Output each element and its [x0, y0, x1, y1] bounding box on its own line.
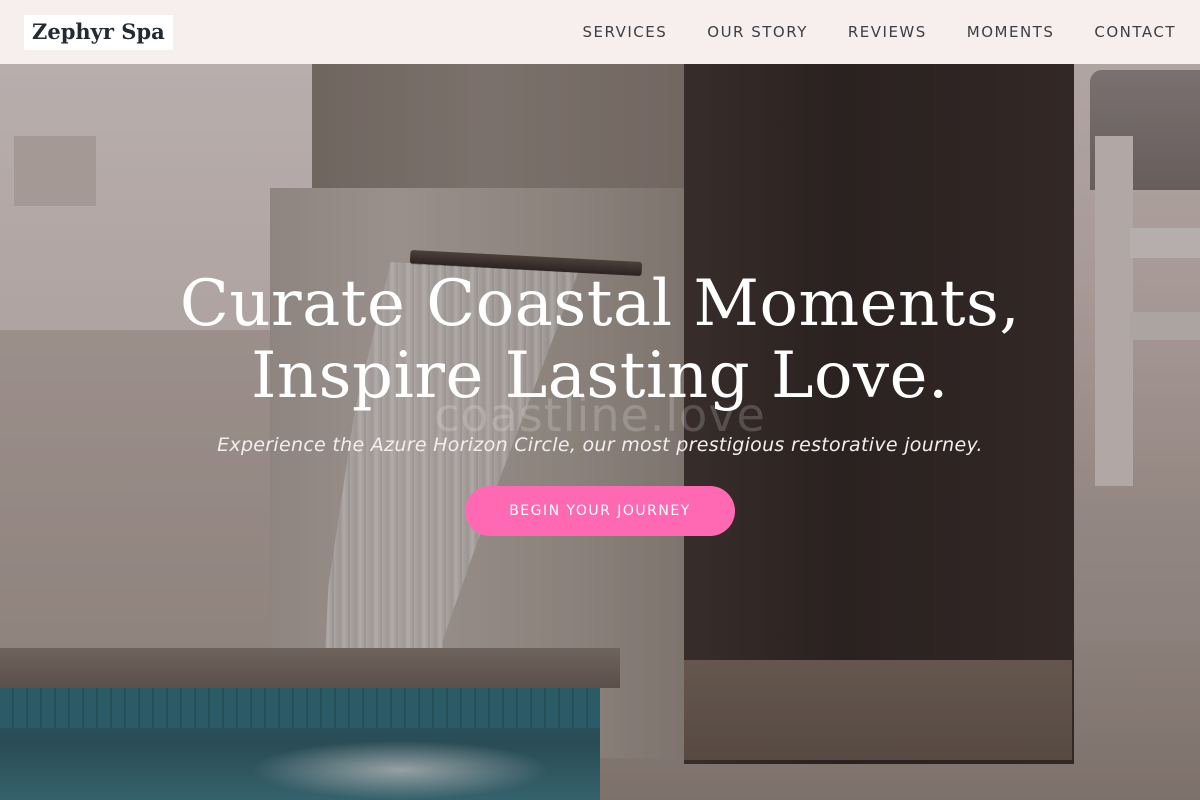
page: coastline.love Zephyr Spa SERVICES OUR S… — [0, 0, 1200, 800]
hero-title: Curate Coastal Moments, Inspire Lasting … — [0, 268, 1200, 412]
begin-journey-button[interactable]: BEGIN YOUR JOURNEY — [465, 486, 735, 536]
site-logo[interactable]: Zephyr Spa — [24, 14, 173, 50]
nav-item-moments[interactable]: MOMENTS — [967, 23, 1055, 41]
nav-item-contact[interactable]: CONTACT — [1094, 23, 1176, 41]
hero-title-line-1: Curate Coastal Moments, — [179, 267, 1021, 341]
main-nav: SERVICES OUR STORY REVIEWS MOMENTS CONTA… — [543, 23, 1177, 41]
site-header: Zephyr Spa SERVICES OUR STORY REVIEWS MO… — [0, 0, 1200, 64]
nav-item-our-story[interactable]: OUR STORY — [707, 23, 808, 41]
hero-subtitle: Experience the Azure Horizon Circle, our… — [217, 434, 983, 456]
nav-item-services[interactable]: SERVICES — [583, 23, 668, 41]
nav-item-reviews[interactable]: REVIEWS — [848, 23, 927, 41]
hero-title-line-2: Inspire Lasting Love. — [251, 339, 949, 413]
hero-section: Curate Coastal Moments, Inspire Lasting … — [0, 268, 1200, 536]
